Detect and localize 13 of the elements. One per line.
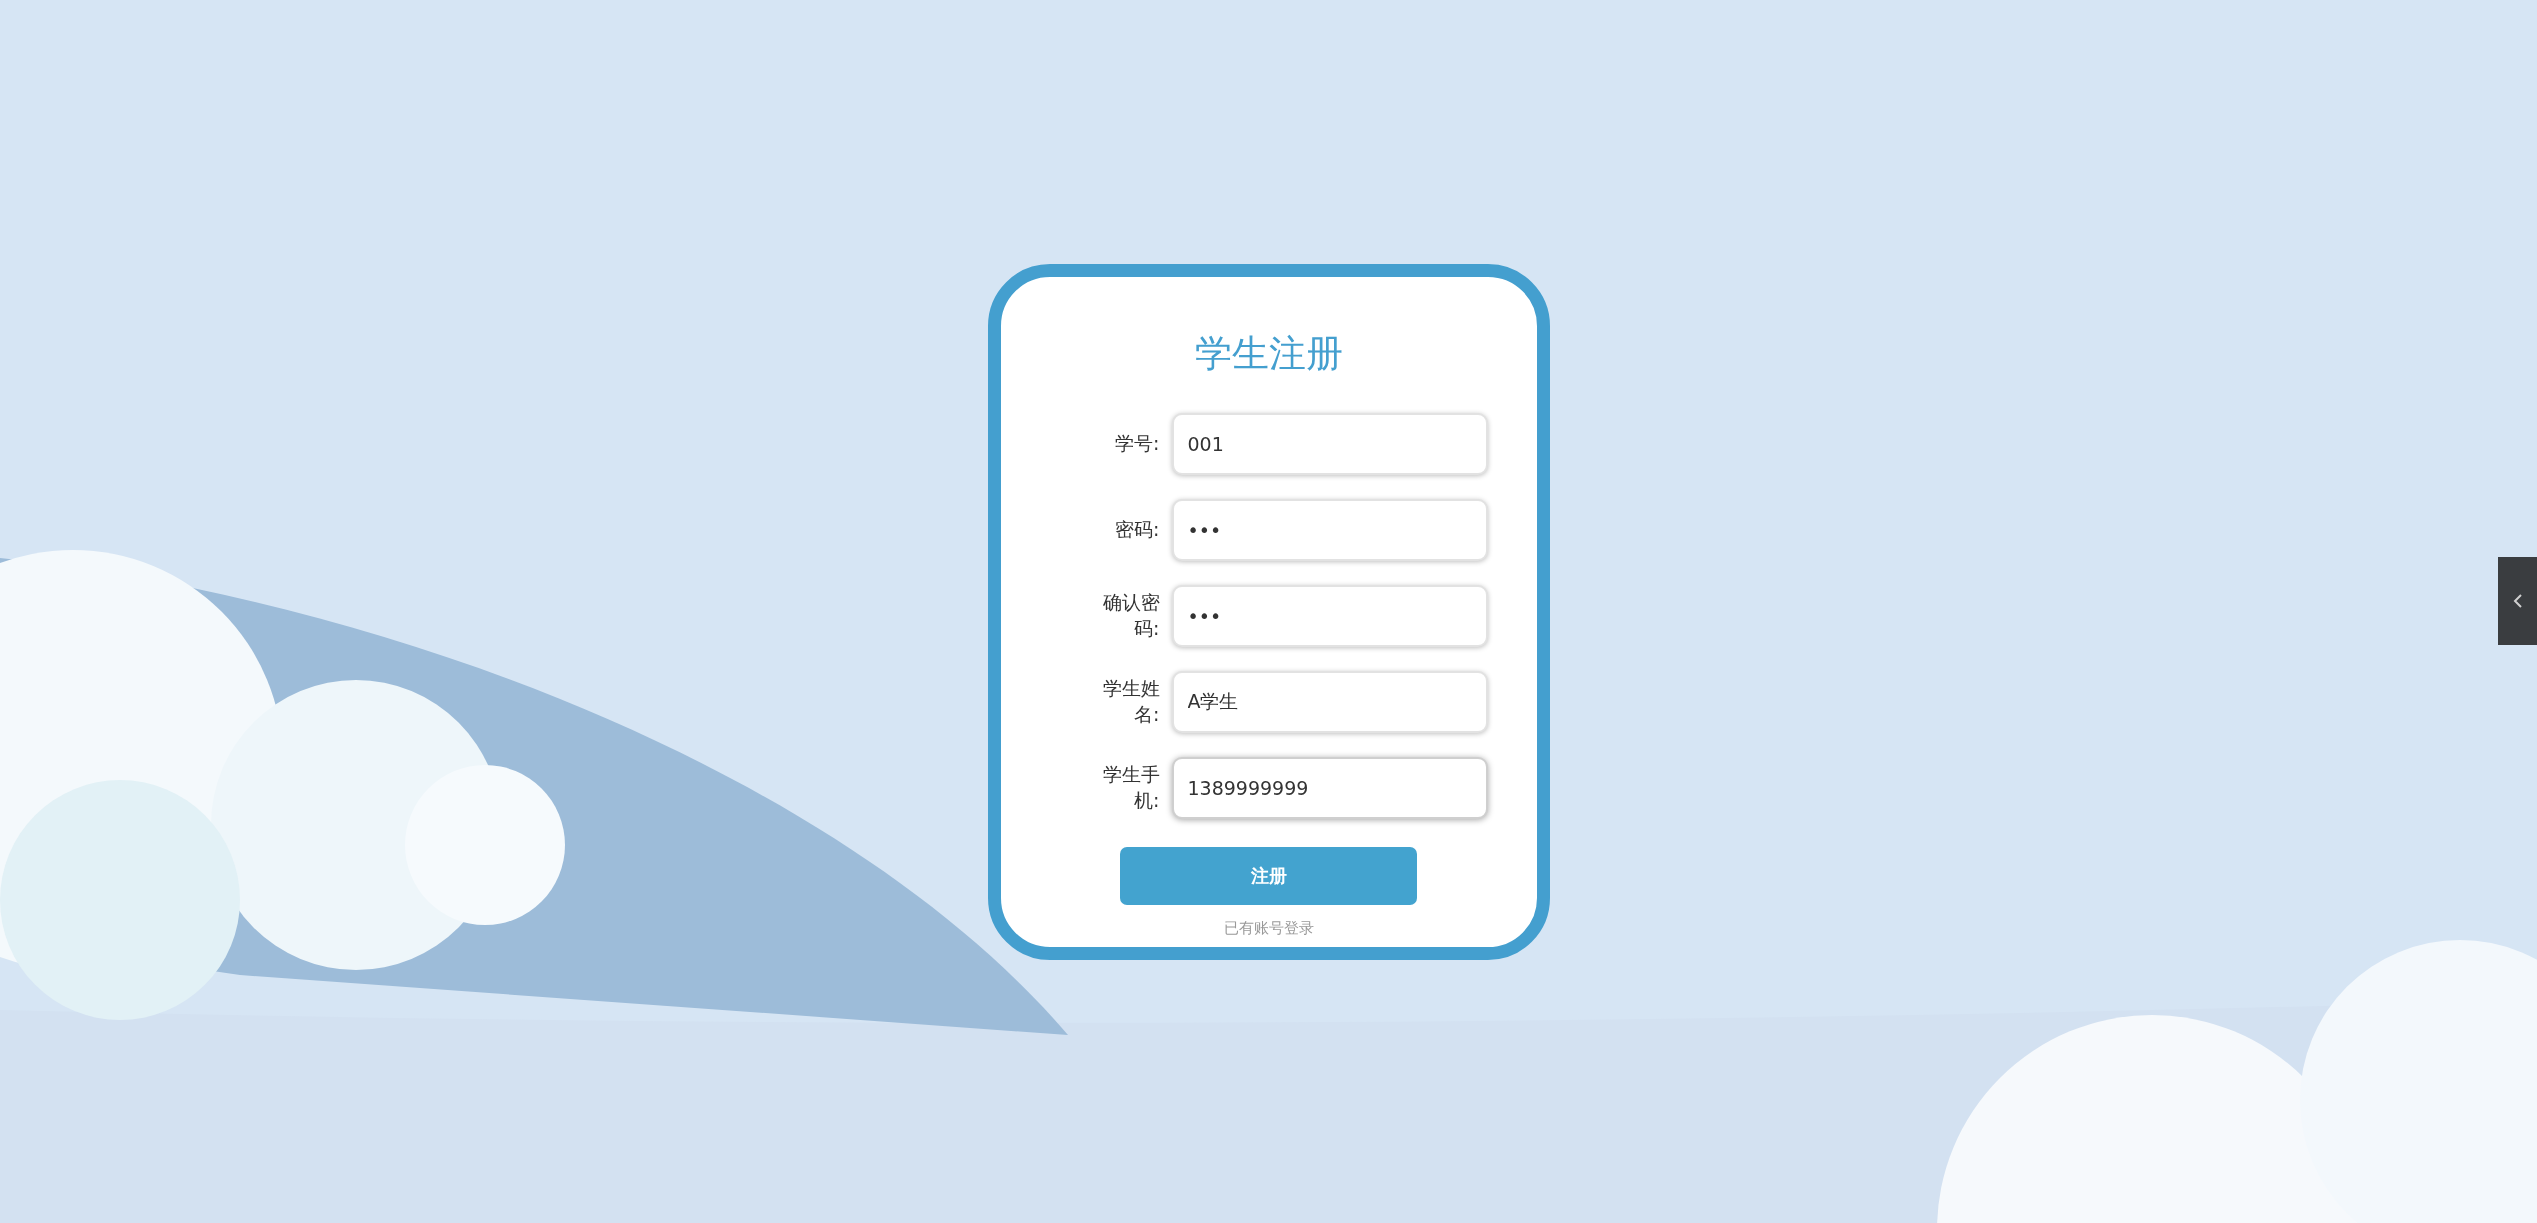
input-field[interactable]: 001	[1171, 412, 1488, 475]
input-field[interactable]: •••	[1171, 498, 1488, 561]
field-label: 学生姓名:	[1101, 675, 1160, 727]
field-label: 密码:	[1114, 516, 1160, 542]
form-title: 学生注册	[1194, 330, 1343, 377]
input-field[interactable]: •••	[1171, 584, 1488, 647]
input-field[interactable]: A学生	[1171, 670, 1488, 733]
field-label: 学生手机:	[1101, 761, 1160, 813]
side-panel-toggle[interactable]	[2498, 557, 2537, 645]
field-label: 学号:	[1114, 430, 1160, 456]
field-label: 确认密码:	[1101, 589, 1160, 641]
chevron-left-icon	[2512, 593, 2523, 609]
input-field[interactable]: 1389999999	[1171, 756, 1488, 819]
